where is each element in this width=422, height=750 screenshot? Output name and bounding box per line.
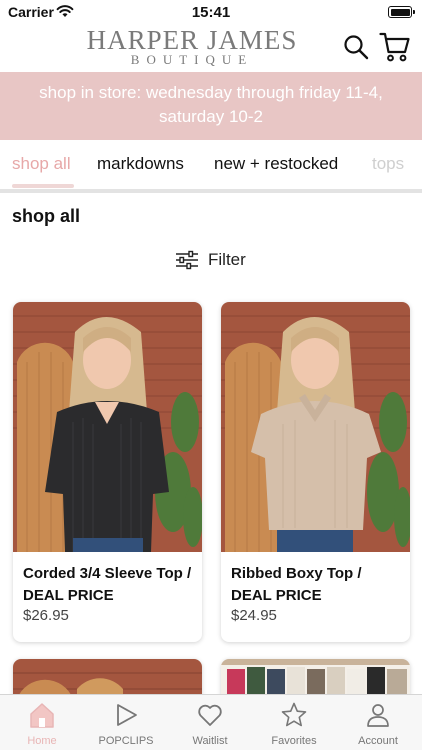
tabbar-popclips-label: POPCLIPS <box>98 735 154 747</box>
cart-icon[interactable] <box>379 32 411 62</box>
category-tabs: shop all markdowns new + restocked tops <box>0 140 422 192</box>
product-image[interactable] <box>13 302 202 552</box>
app-header: HARPER JAMES BOUTIQUE <box>0 24 422 72</box>
home-icon <box>30 703 54 728</box>
brand-logo[interactable]: HARPER JAMES BOUTIQUE <box>80 26 304 67</box>
product-name[interactable]: Ribbed Boxy Top / DEAL PRICE <box>231 563 401 607</box>
tab-tops[interactable]: tops <box>372 154 404 174</box>
product-card[interactable]: Corded 3/4 Sleeve Top / DEAL PRICE $26.9… <box>13 302 202 642</box>
play-icon <box>117 704 137 726</box>
sliders-icon <box>176 250 198 270</box>
star-icon <box>281 702 307 727</box>
filter-button[interactable]: Filter <box>175 248 246 272</box>
tab-markdowns[interactable]: markdowns <box>97 154 184 174</box>
active-tab-indicator <box>12 184 74 188</box>
tabbar-home-label: Home <box>27 735 57 747</box>
tabs-divider <box>0 189 422 193</box>
logo-sub-text: BOUTIQUE <box>130 52 254 67</box>
tabbar-waitlist[interactable]: Waitlist <box>168 695 252 750</box>
promo-banner: shop in store: wednesday through friday … <box>0 72 422 140</box>
product-price: $24.95 <box>231 607 277 624</box>
person-icon <box>367 704 389 727</box>
heart-icon <box>198 704 222 726</box>
tabbar-favorites-label: Favorites <box>271 735 317 747</box>
tab-new-restocked[interactable]: new + restocked <box>214 154 338 174</box>
tabbar-waitlist-label: Waitlist <box>192 735 228 747</box>
product-card[interactable]: Ribbed Boxy Top / DEAL PRICE $24.95 <box>221 302 410 642</box>
bottom-tab-bar: Home POPCLIPS Waitlist Favorites Account <box>0 694 422 750</box>
product-image[interactable] <box>221 302 410 552</box>
tabbar-home[interactable]: Home <box>0 695 84 750</box>
tabbar-account[interactable]: Account <box>336 695 420 750</box>
product-price: $26.95 <box>23 607 69 624</box>
logo-main-text: HARPER JAMES <box>86 25 298 55</box>
section-title: shop all <box>12 206 81 226</box>
tabbar-account-label: Account <box>358 735 398 747</box>
filter-label: Filter <box>208 250 246 269</box>
battery-icon <box>388 6 415 18</box>
tabbar-favorites[interactable]: Favorites <box>252 695 336 750</box>
search-icon[interactable] <box>343 34 369 60</box>
tab-shop-all[interactable]: shop all <box>12 154 71 174</box>
tabbar-popclips[interactable]: POPCLIPS <box>84 695 168 750</box>
product-name[interactable]: Corded 3/4 Sleeve Top / DEAL PRICE <box>23 563 193 607</box>
status-bar: Carrier 15:41 <box>0 0 422 24</box>
clock: 15:41 <box>191 4 231 21</box>
